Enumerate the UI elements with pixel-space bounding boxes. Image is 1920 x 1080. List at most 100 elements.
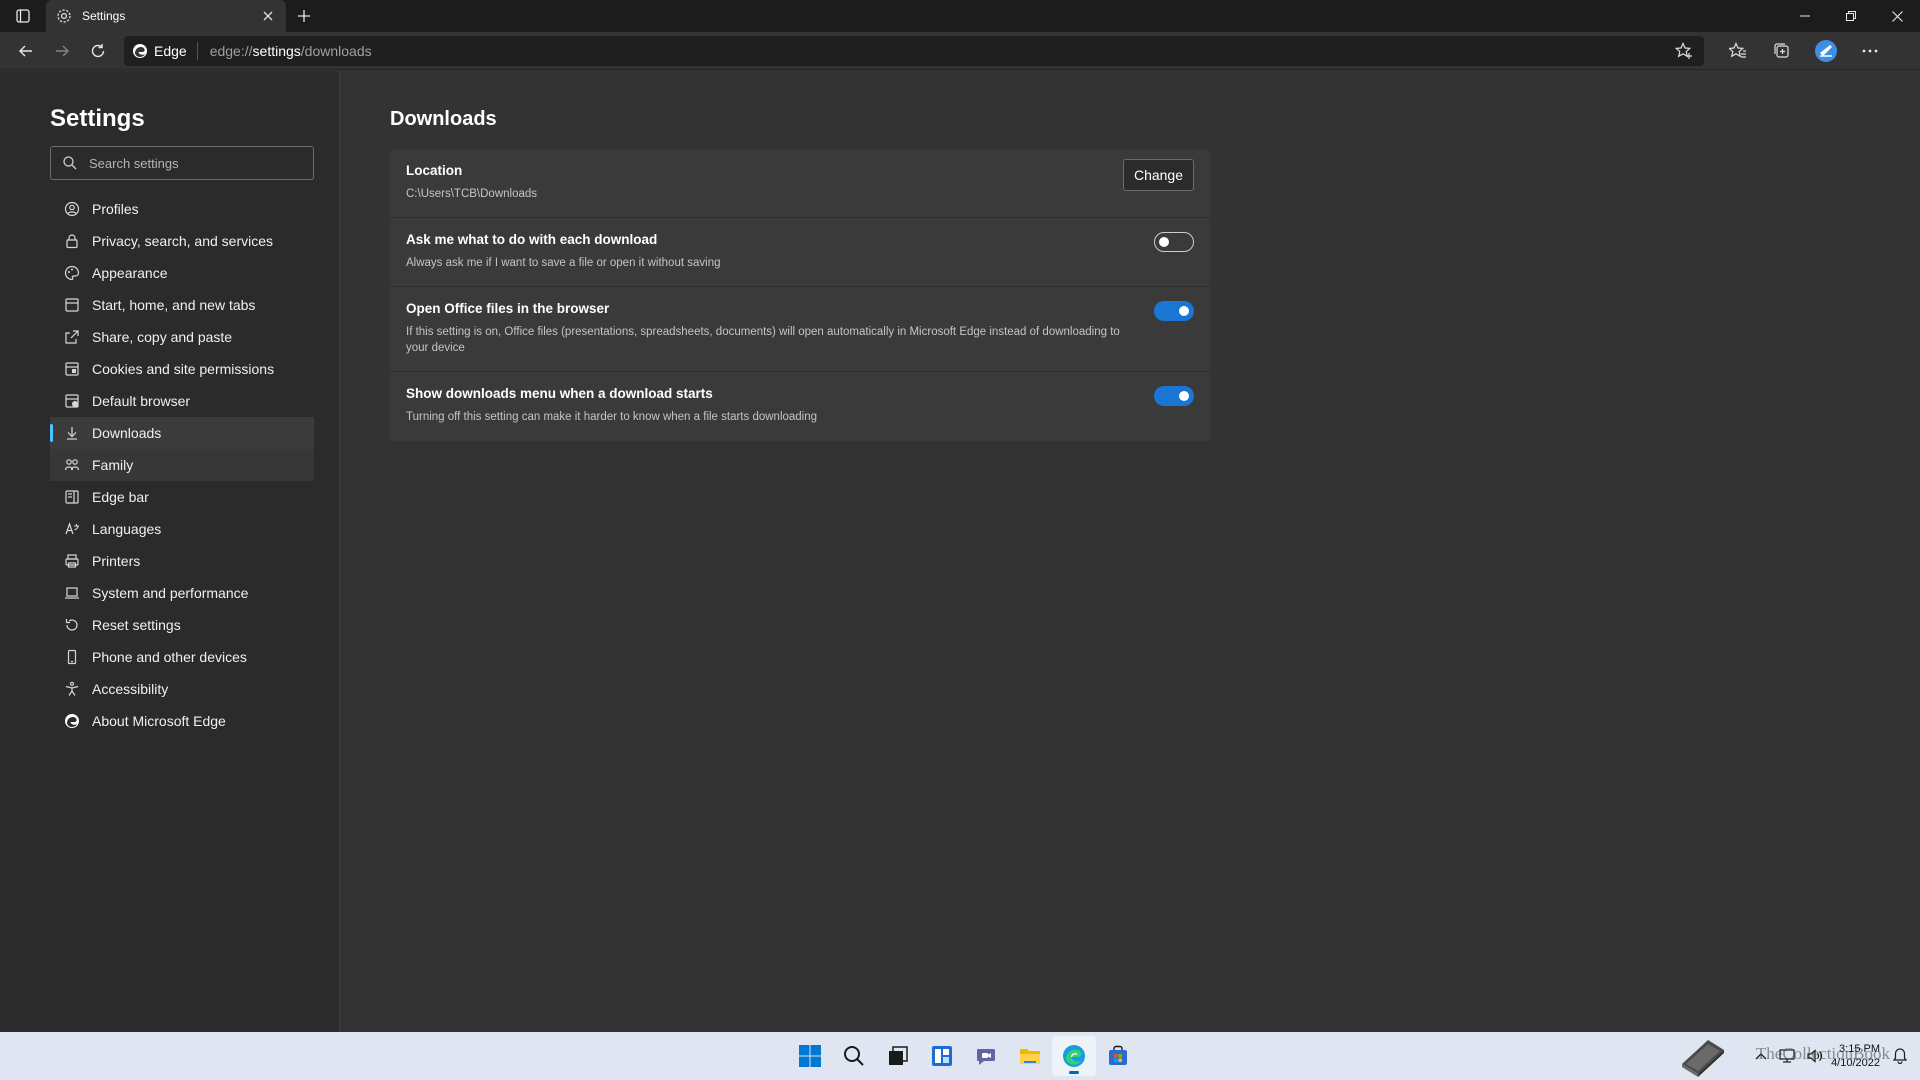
more-menu-button[interactable] [1848, 35, 1892, 67]
sidebar-item-phone-and-other-devices[interactable]: Phone and other devices [50, 641, 314, 673]
arrow-right-icon [56, 45, 69, 56]
avatar-icon [1815, 39, 1837, 62]
toggle-knob [1159, 237, 1169, 247]
chat-button[interactable] [964, 1036, 1008, 1076]
close-icon [1891, 10, 1903, 22]
sidebar-item-appearance[interactable]: Appearance [50, 257, 314, 289]
edge-taskbar-button[interactable] [1052, 1036, 1096, 1076]
search-taskbar-button[interactable] [832, 1036, 876, 1076]
tab-title: Settings [82, 9, 126, 23]
sidebar-item-start-home-and-new-tabs[interactable]: Start, home, and new tabs [50, 289, 314, 321]
sidebar-item-reset-settings[interactable]: Reset settings [50, 609, 314, 641]
accessibility-icon [64, 681, 80, 697]
setting-title: Open Office files in the browser [406, 301, 610, 316]
sidebar-item-system-and-performance[interactable]: System and performance [50, 577, 314, 609]
close-icon [263, 11, 273, 21]
address-bar[interactable]: Edge edge://settings/downloads [124, 35, 1704, 66]
edge-logo-icon [133, 43, 147, 58]
setting-description: Always ask me if I want to save a file o… [406, 257, 721, 269]
open-office-files-toggle[interactable] [1154, 301, 1194, 321]
star-add-icon [1675, 41, 1692, 59]
store-button[interactable] [1096, 1036, 1140, 1076]
forward-button[interactable] [44, 35, 80, 67]
edge-bar-icon [64, 489, 80, 505]
sidebar-item-about-microsoft-edge[interactable]: About Microsoft Edge [50, 705, 314, 737]
search-box[interactable] [50, 146, 314, 180]
sidebar-item-label: Cookies and site permissions [92, 361, 275, 377]
setting-row: Show downloads menu when a download star… [390, 372, 1210, 441]
location-row: Location C:\Users\TCB\Downloads Change [390, 149, 1210, 218]
sidebar-item-privacy-search-and-services[interactable]: Privacy, search, and services [50, 225, 314, 257]
search-input[interactable] [89, 155, 289, 171]
refresh-icon [91, 43, 105, 57]
notifications-button[interactable] [1890, 1048, 1910, 1064]
sidebar-item-cookies-and-site-permissions[interactable]: Cookies and site permissions [50, 353, 314, 385]
downloads-settings-card: Location C:\Users\TCB\Downloads Change A… [390, 149, 1210, 441]
share-icon [64, 329, 80, 345]
toolbar-actions [1716, 35, 1892, 67]
collections-icon [1774, 42, 1789, 58]
change-location-button[interactable]: Change [1122, 159, 1194, 191]
tab-settings[interactable]: Settings [46, 0, 286, 32]
setting-description: Turning off this setting can make it har… [406, 411, 818, 423]
setting-row: Ask me what to do with each download Alw… [390, 218, 1210, 287]
sidebar-item-printers[interactable]: Printers [50, 545, 314, 577]
new-tab-button[interactable] [286, 0, 322, 32]
minimize-icon [1800, 15, 1810, 17]
close-tab-button[interactable] [260, 8, 276, 24]
system-tray: 3:15 PM 4/10/2022 TheCollectionBook [1671, 1032, 1910, 1080]
store-icon [1109, 1045, 1127, 1065]
sidebar-item-edge-bar[interactable]: Edge bar [50, 481, 314, 513]
tab-actions-button[interactable] [0, 0, 46, 32]
folder-icon [1020, 1049, 1040, 1064]
sidebar-item-share-copy-and-paste[interactable]: Share, copy and paste [50, 321, 314, 353]
sidebar-item-family[interactable]: Family [50, 449, 314, 481]
close-window-button[interactable] [1874, 0, 1920, 32]
file-explorer-button[interactable] [1008, 1036, 1052, 1076]
ask-each-download-toggle[interactable] [1154, 232, 1194, 252]
windows-logo-icon [799, 1045, 821, 1067]
printer-icon [64, 553, 80, 569]
sidebar-item-label: Phone and other devices [92, 649, 247, 665]
gear-icon [56, 8, 72, 24]
sidebar-item-label: Family [92, 457, 134, 473]
profile-button[interactable] [1804, 35, 1848, 67]
plus-icon [298, 10, 310, 22]
taskbar: 3:15 PM 4/10/2022 TheCollectionBook [0, 1032, 1920, 1080]
tab-actions-icon [16, 9, 30, 23]
task-view-button[interactable] [876, 1036, 920, 1076]
family-icon [64, 457, 80, 473]
sidebar-item-label: Languages [92, 521, 162, 537]
home-icon [64, 297, 80, 313]
phone-icon [64, 649, 80, 665]
search-icon [844, 1046, 864, 1066]
collections-button[interactable] [1760, 35, 1804, 67]
widgets-button[interactable] [920, 1036, 964, 1076]
language-icon [64, 521, 80, 537]
restore-icon [1846, 11, 1856, 21]
setting-description: If this setting is on, Office files (pre… [406, 326, 1120, 354]
sidebar-item-default-browser[interactable]: Default browser [50, 385, 314, 417]
back-button[interactable] [8, 35, 44, 67]
sidebar-item-profiles[interactable]: Profiles [50, 193, 314, 225]
sidebar-item-accessibility[interactable]: Accessibility [50, 673, 314, 705]
site-identity[interactable]: Edge [132, 41, 198, 60]
restore-button[interactable] [1828, 0, 1874, 32]
sidebar-item-label: Reset settings [92, 617, 181, 633]
refresh-button[interactable] [80, 35, 116, 67]
title-bar: Settings [0, 0, 1920, 32]
sidebar-item-downloads[interactable]: Downloads [50, 417, 314, 449]
sidebar-item-languages[interactable]: Languages [50, 513, 314, 545]
page-title: Downloads [390, 108, 497, 130]
minimize-button[interactable] [1782, 0, 1828, 32]
favorites-icon [1729, 41, 1746, 58]
url-text[interactable]: edge://settings/downloads [210, 43, 1672, 59]
favorites-button[interactable] [1716, 35, 1760, 67]
laptop-icon [64, 585, 80, 601]
download-icon [64, 425, 80, 441]
edge-logo-icon [1063, 1045, 1085, 1067]
start-button[interactable] [788, 1036, 832, 1076]
add-favorite-button[interactable] [1672, 39, 1696, 63]
url-highlight: settings [252, 42, 301, 59]
show-downloads-menu-toggle[interactable] [1154, 386, 1194, 406]
